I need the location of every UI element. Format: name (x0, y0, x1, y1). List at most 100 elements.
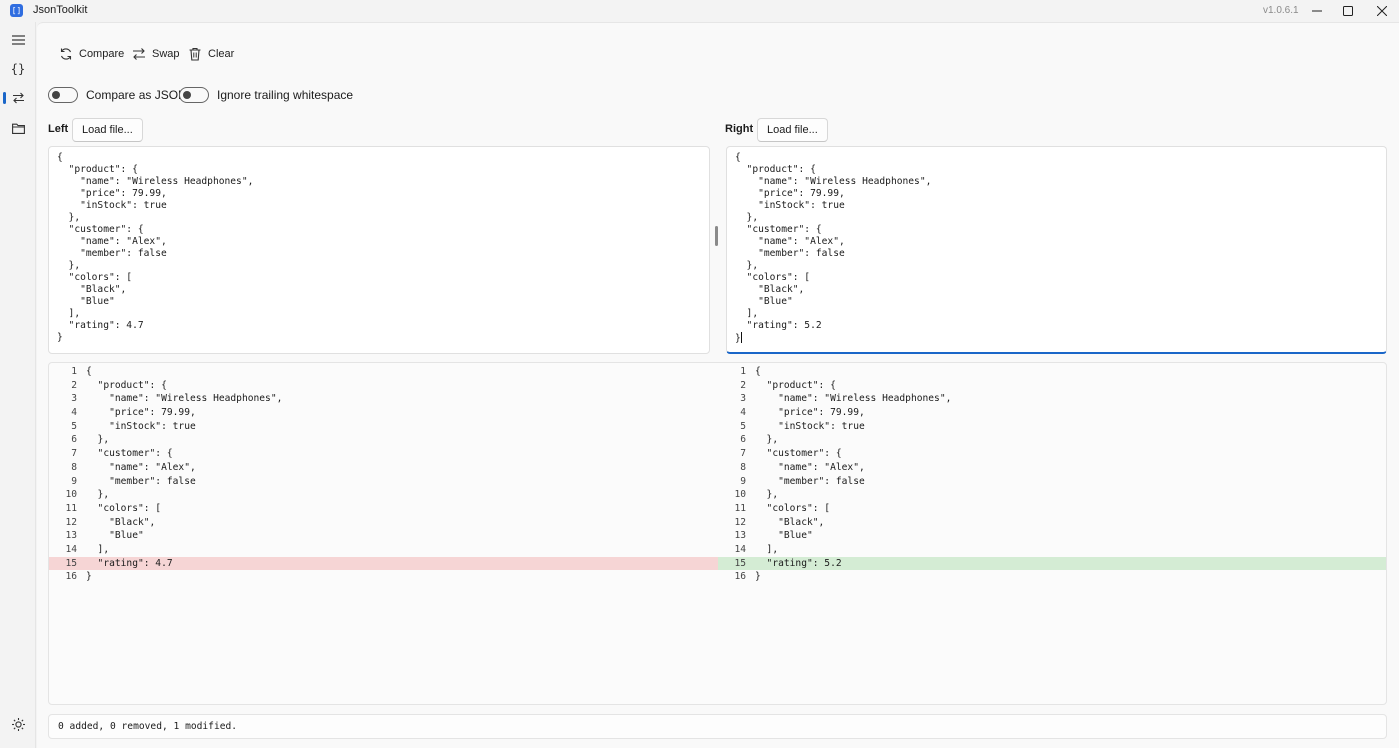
line-text: "Blue" (755, 530, 813, 542)
left-label: Left (48, 123, 69, 135)
line-text: }, (86, 434, 110, 446)
swap-button[interactable]: Swap (132, 44, 180, 64)
line-text: "colors": [ (86, 502, 162, 514)
line-text: "name": "Alex", (755, 461, 865, 473)
compare-as-json-option: Compare as JSON (48, 85, 187, 105)
app-icon: [] (10, 4, 23, 17)
diff-line: 1{ (49, 365, 718, 379)
sidebar-item-files[interactable] (5, 116, 31, 140)
close-button[interactable] (1365, 0, 1399, 22)
line-number: 11 (734, 502, 746, 514)
diff-line: 1{ (718, 365, 1386, 379)
line-number: 11 (65, 502, 77, 514)
splitter-handle[interactable] (715, 226, 718, 246)
diff-line: 10 }, (718, 488, 1386, 502)
diff-line: 2 "product": { (718, 379, 1386, 393)
line-number: 16 (734, 571, 746, 583)
trash-icon (189, 47, 201, 61)
line-number: 10 (65, 489, 77, 501)
line-number: 1 (71, 366, 77, 377)
line-number: 14 (734, 543, 746, 555)
right-load-file-button[interactable]: Load file... (757, 118, 828, 142)
diff-line: 4 "price": 79.99, (49, 406, 718, 420)
line-text: }, (755, 434, 779, 446)
right-editor[interactable]: { "product": { "name": "Wireless Headpho… (726, 146, 1387, 354)
line-number: 13 (734, 530, 746, 542)
line-number: 5 (71, 420, 77, 432)
line-text: "member": false (755, 475, 865, 487)
line-text: "Blue" (86, 530, 144, 542)
clear-button[interactable]: Clear (188, 44, 234, 64)
diff-line: 7 "customer": { (49, 447, 718, 461)
right-editor-text: { "product": { "name": "Wireless Headpho… (735, 152, 932, 344)
diff-line: 13 "Blue" (49, 529, 718, 543)
line-number: 4 (740, 407, 746, 419)
window-title: JsonToolkit (33, 4, 88, 16)
line-text: "customer": { (86, 448, 173, 460)
line-text: "member": false (86, 475, 196, 487)
title-bar: [] JsonToolkit v1.0.6.1 (0, 0, 1399, 22)
diff-line: 9 "member": false (718, 475, 1386, 489)
line-text: { (86, 366, 92, 377)
line-number: 2 (71, 379, 77, 391)
diff-line: 6 }, (718, 433, 1386, 447)
line-text: "price": 79.99, (755, 407, 865, 419)
version-label: v1.0.6.1 (1263, 5, 1299, 16)
diff-line: 8 "name": "Alex", (49, 461, 718, 475)
line-number: 6 (740, 434, 746, 446)
sidebar-item-compare[interactable] (3, 86, 31, 110)
refresh-icon (60, 48, 72, 60)
line-number: 1 (740, 366, 746, 377)
sidebar-item-json-formatter[interactable]: {} (5, 57, 31, 81)
line-number: 9 (71, 475, 77, 487)
line-text: "inStock": true (755, 420, 865, 432)
diff-line: 11 "colors": [ (49, 502, 718, 516)
minimize-button[interactable] (1300, 0, 1334, 22)
sidebar-item-menu[interactable] (5, 28, 31, 52)
line-text: "inStock": true (86, 420, 196, 432)
line-number: 7 (71, 448, 77, 460)
line-text: } (86, 571, 92, 583)
line-number: 15 (734, 557, 746, 569)
close-icon (1377, 6, 1387, 16)
diff-left-pane: 1{2 "product": {3 "name": "Wireless Head… (49, 365, 718, 584)
line-text: }, (86, 489, 110, 501)
compare-page: Compare Swap Clear Compare as JSON Ignor… (37, 22, 1399, 748)
line-text: "name": "Alex", (86, 461, 196, 473)
diff-line: 9 "member": false (49, 475, 718, 489)
line-text: "rating": 4.7 (86, 557, 173, 569)
line-text: "product": { (86, 379, 167, 391)
line-text: "customer": { (755, 448, 842, 460)
ignore-whitespace-option: Ignore trailing whitespace (179, 85, 353, 105)
ignore-whitespace-label: Ignore trailing whitespace (217, 88, 354, 102)
diff-line: 15 "rating": 4.7 (49, 556, 718, 571)
line-text: "colors": [ (755, 502, 831, 514)
minimize-icon (1312, 10, 1322, 12)
maximize-icon (1343, 6, 1353, 16)
left-load-file-button[interactable]: Load file... (72, 118, 143, 142)
diff-line: 12 "Black", (718, 516, 1386, 530)
line-number: 3 (71, 393, 77, 405)
swap-arrows-icon (12, 92, 24, 104)
ignore-whitespace-toggle[interactable] (179, 87, 209, 103)
compare-button-label: Compare (79, 48, 125, 60)
line-text: "Black", (86, 516, 156, 528)
diff-line: 13 "Blue" (718, 529, 1386, 543)
diff-line: 15 "rating": 5.2 (718, 556, 1386, 571)
line-number: 14 (65, 543, 77, 555)
compare-button[interactable]: Compare (59, 44, 124, 64)
compare-as-json-toggle[interactable] (48, 87, 78, 103)
braces-icon: {} (10, 62, 26, 76)
line-text: "name": "Wireless Headphones", (755, 393, 952, 405)
line-number: 8 (740, 461, 746, 473)
diff-line: 16} (718, 570, 1386, 584)
left-editor[interactable]: { "product": { "name": "Wireless Headpho… (48, 146, 710, 354)
diff-line: 11 "colors": [ (718, 502, 1386, 516)
text-caret (740, 332, 742, 343)
sidebar: {} (0, 22, 36, 748)
line-number: 10 (734, 489, 746, 501)
theme-toggle-button[interactable] (8, 714, 28, 734)
diff-line: 4 "price": 79.99, (718, 406, 1386, 420)
maximize-button[interactable] (1331, 0, 1365, 22)
line-text: "name": "Wireless Headphones", (86, 393, 283, 405)
